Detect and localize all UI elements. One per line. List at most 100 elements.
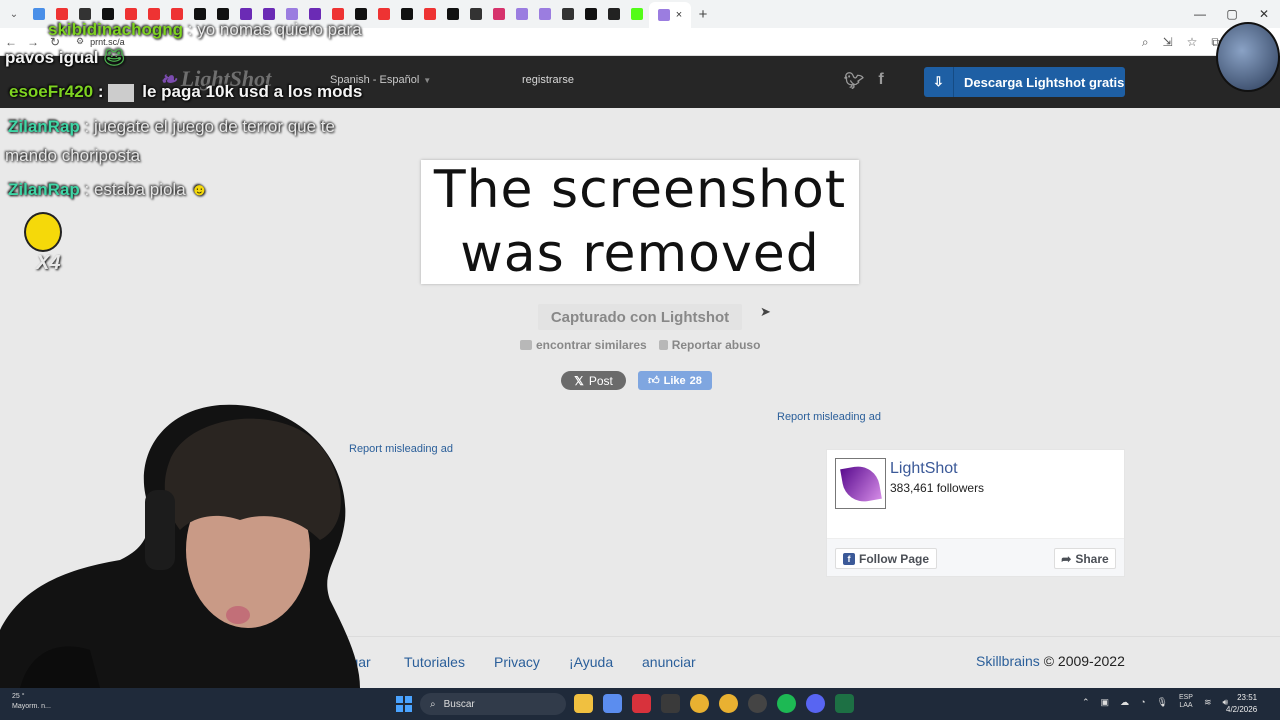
social-links: 🐦︎ f: [844, 71, 884, 91]
chat-message: esoeFr420 : le paga 10k usd a los mods: [9, 81, 362, 103]
chat-username: ZilanRap: [8, 180, 80, 199]
footer-link-privacy[interactable]: Privacy: [494, 654, 540, 670]
facebook-page-widget: LightShot 383,461 followers f Follow Pag…: [826, 449, 1125, 577]
browser-tab[interactable]: [419, 3, 441, 25]
spotify-icon[interactable]: [777, 694, 796, 713]
facebook-like-button[interactable]: 👍︎ Like 28: [638, 371, 712, 390]
browser-tab[interactable]: [534, 3, 556, 25]
chrome-icon[interactable]: [690, 694, 709, 713]
address-bar-actions: ⌕ ⇲ ☆ ⧉: [1142, 28, 1220, 56]
browser-tab[interactable]: [603, 3, 625, 25]
browser-tab[interactable]: [442, 3, 464, 25]
download-button[interactable]: ⇩ Descarga Lightshot gratis: [924, 67, 1125, 97]
microphone-icon[interactable]: 🎙︎: [1157, 697, 1168, 708]
bookmark-star-icon[interactable]: ☆: [1187, 35, 1198, 49]
report-misleading-ad-link[interactable]: Report misleading ad: [777, 411, 881, 423]
browser-tab[interactable]: [626, 3, 648, 25]
search-placeholder: Buscar: [443, 698, 475, 710]
maximize-button[interactable]: ▢: [1216, 7, 1248, 21]
lightshot-favicon-icon: [657, 9, 670, 21]
youtube-favicon-icon: [424, 8, 436, 20]
chat-message-continued: pavos igual 🐸︎: [5, 47, 125, 69]
twitter-icon[interactable]: 🐦︎: [844, 71, 864, 91]
chat-message-continued: mando choriposta: [5, 145, 140, 167]
skillbrains-link[interactable]: Skillbrains: [976, 653, 1040, 669]
copilot-icon[interactable]: [603, 694, 622, 713]
browser-tab[interactable]: [373, 3, 395, 25]
browser-tab[interactable]: [511, 3, 533, 25]
emote-multiplier: X4: [36, 252, 61, 274]
windows-taskbar: 25 ° Mayorm. n... ⌕ Buscar ⌃ ▣ ☁ ◔ 🎙︎ ES…: [0, 688, 1280, 720]
find-similar-link[interactable]: encontrar similares: [520, 338, 647, 352]
chat-text: le paga 10k usd a los mods: [142, 82, 363, 101]
close-window-button[interactable]: ✕: [1248, 7, 1280, 21]
emote-combo: X4: [24, 212, 68, 282]
taskbar-clock[interactable]: 23:51 4/2/2026: [1226, 692, 1257, 716]
browser-tab[interactable]: [488, 3, 510, 25]
footer-link-tutorials[interactable]: Tutoriales: [404, 654, 465, 670]
copyright: Skillbrains © 2009-2022: [976, 653, 1125, 669]
favicon-icon: [470, 8, 482, 20]
browser-tab[interactable]: [396, 3, 418, 25]
browser-tab[interactable]: [28, 3, 50, 25]
browser-tab[interactable]: [465, 3, 487, 25]
close-tab-icon[interactable]: ×: [676, 9, 682, 21]
new-tab-button[interactable]: +: [692, 6, 714, 23]
flag-icon: [658, 340, 668, 350]
favicon-icon: [562, 8, 574, 20]
tray-app-icon[interactable]: ▣: [1101, 697, 1110, 708]
weather-widget[interactable]: 25 ° Mayorm. n...: [12, 692, 51, 712]
weather-text: Mayorm. n...: [12, 703, 51, 710]
share-button[interactable]: ➦ Share: [1054, 548, 1116, 569]
chat-separator: :: [183, 20, 198, 39]
input-language[interactable]: ESP LAA: [1179, 694, 1193, 710]
share-arrow-icon: ➦: [1061, 551, 1072, 566]
footer-link-advertise[interactable]: anunciar: [642, 654, 696, 670]
windows-start-icon[interactable]: [396, 696, 412, 712]
edge-icon[interactable]: ◔: [1140, 697, 1145, 707]
follow-page-button[interactable]: f Follow Page: [835, 548, 937, 569]
share-buttons: 𝕏 Post 👍︎ Like 28: [561, 371, 712, 390]
x-post-button[interactable]: 𝕏 Post: [561, 371, 626, 390]
register-link[interactable]: registrarse: [522, 74, 574, 86]
facebook-icon[interactable]: f: [878, 71, 883, 91]
download-cloud-icon: ⇩: [924, 67, 954, 97]
discord-icon[interactable]: [806, 694, 825, 713]
chat-message: skibidinachogng : yo nomas quiero para: [48, 19, 362, 41]
excel-icon[interactable]: [835, 694, 854, 713]
obs-icon[interactable]: [748, 694, 767, 713]
browser-tab[interactable]: [580, 3, 602, 25]
tiktok-favicon-icon: [401, 8, 413, 20]
favicon-icon: [539, 8, 551, 20]
footer-link-help[interactable]: ¡Ayuda: [569, 654, 613, 670]
install-app-icon[interactable]: ⇲: [1163, 35, 1173, 49]
thumbs-up-icon: 👍︎: [648, 375, 660, 387]
find-similar-label: encontrar similares: [536, 338, 647, 352]
follow-label: Follow Page: [858, 551, 929, 566]
captured-with-lightshot-label[interactable]: Capturado con Lightshot: [538, 304, 742, 330]
chat-separator: :: [79, 180, 94, 199]
removed-line-2: was removed: [460, 224, 820, 284]
taskbar-search[interactable]: ⌕ Buscar: [420, 693, 566, 715]
chat-message: ZilanRap : juegate el juego de terror qu…: [8, 116, 335, 138]
wifi-icon[interactable]: ≋: [1204, 697, 1212, 708]
zoom-icon[interactable]: ⌕: [1142, 35, 1149, 50]
wps-icon[interactable]: [632, 694, 651, 713]
removed-line-1: The screenshot: [433, 160, 847, 220]
page-avatar[interactable]: [835, 458, 886, 509]
window-controls: — ▢ ✕: [1184, 0, 1280, 28]
report-misleading-ad-link[interactable]: Report misleading ad: [349, 443, 453, 455]
feather-icon: [839, 462, 882, 505]
browser-tab[interactable]: [557, 3, 579, 25]
browser-tab-active[interactable]: ×: [649, 2, 691, 28]
tab-search-icon[interactable]: ⌄: [0, 0, 28, 28]
instagram-favicon-icon: [493, 8, 505, 20]
report-abuse-link[interactable]: Reportar abuso: [658, 338, 760, 352]
store-icon[interactable]: [661, 694, 680, 713]
chevron-up-icon[interactable]: ⌃: [1082, 697, 1090, 708]
minimize-button[interactable]: —: [1184, 7, 1216, 21]
chrome-icon[interactable]: [719, 694, 738, 713]
file-explorer-icon[interactable]: [574, 694, 593, 713]
page-name-link[interactable]: LightShot: [890, 460, 958, 478]
network-icon[interactable]: ☁: [1120, 697, 1129, 708]
